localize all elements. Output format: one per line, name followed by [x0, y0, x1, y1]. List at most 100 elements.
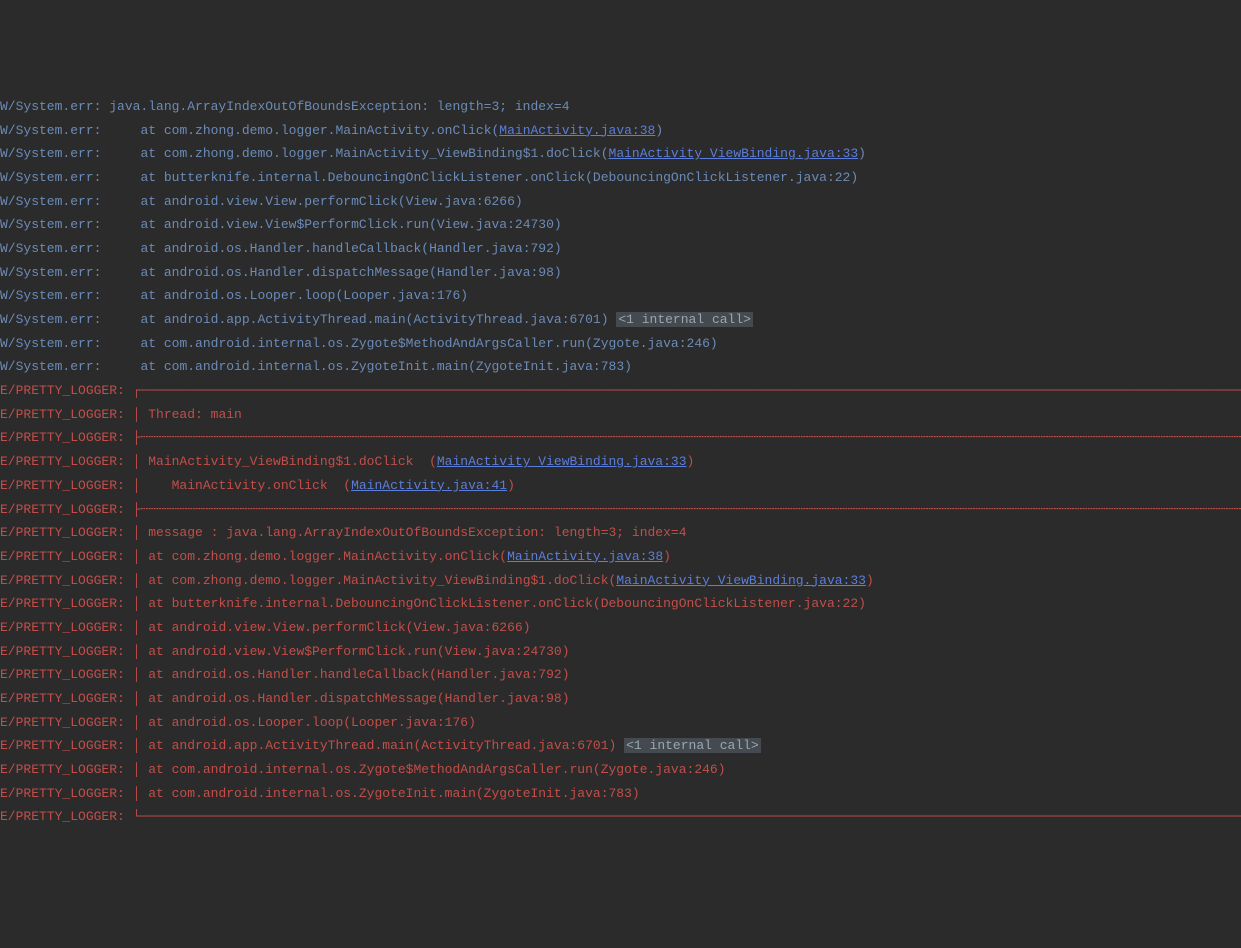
log-tag: E/PRETTY_LOGGER: — [0, 738, 133, 753]
log-tag: W/System.err: — [0, 312, 140, 327]
log-text: at android.view.View.performClick(View.j… — [140, 194, 522, 209]
log-line[interactable]: E/PRETTY_LOGGER: │ message : java.lang.A… — [0, 521, 1241, 545]
log-tag: E/PRETTY_LOGGER: — [0, 478, 133, 493]
log-tag: E/PRETTY_LOGGER: — [0, 430, 133, 445]
logcat-output[interactable]: W/System.err: java.lang.ArrayIndexOutOfB… — [0, 95, 1241, 829]
log-line[interactable]: W/System.err: at android.os.Handler.disp… — [0, 261, 1241, 285]
log-text: at com.zhong.demo.logger.MainActivity.on… — [140, 123, 499, 138]
log-text: at android.os.Looper.loop(Looper.java:17… — [140, 288, 468, 303]
log-text: ) — [655, 123, 663, 138]
log-text: ├┄┄┄┄┄┄┄┄┄┄┄┄┄┄┄┄┄┄┄┄┄┄┄┄┄┄┄┄┄┄┄┄┄┄┄┄┄┄┄… — [133, 430, 1241, 445]
log-text: ┌───────────────────────────────────────… — [133, 383, 1241, 398]
log-text: ├┄┄┄┄┄┄┄┄┄┄┄┄┄┄┄┄┄┄┄┄┄┄┄┄┄┄┄┄┄┄┄┄┄┄┄┄┄┄┄… — [133, 502, 1241, 517]
log-text: ) — [507, 478, 515, 493]
log-line[interactable]: E/PRETTY_LOGGER: │ at android.app.Activi… — [0, 734, 1241, 758]
log-text: at butterknife.internal.DebouncingOnClic… — [140, 170, 858, 185]
log-tag: E/PRETTY_LOGGER: — [0, 644, 133, 659]
log-text: │ at android.app.ActivityThread.main(Act… — [133, 738, 624, 753]
log-line[interactable]: W/System.err: at com.zhong.demo.logger.M… — [0, 119, 1241, 143]
log-text: at com.android.internal.os.Zygote$Method… — [140, 336, 717, 351]
log-tag: E/PRETTY_LOGGER: — [0, 715, 133, 730]
log-text: at android.os.Handler.handleCallback(Han… — [140, 241, 561, 256]
log-text: │ at android.os.Handler.dispatchMessage(… — [133, 691, 570, 706]
log-line[interactable]: E/PRETTY_LOGGER: │ MainActivity.onClick … — [0, 474, 1241, 498]
log-text: └───────────────────────────────────────… — [133, 809, 1241, 824]
log-line[interactable]: E/PRETTY_LOGGER: │ at android.os.Looper.… — [0, 711, 1241, 735]
log-line[interactable]: E/PRETTY_LOGGER: │ at android.view.View$… — [0, 640, 1241, 664]
log-line[interactable]: W/System.err: at android.os.Looper.loop(… — [0, 284, 1241, 308]
source-link[interactable]: MainActivity_ViewBinding.java:33 — [437, 454, 687, 469]
source-link[interactable]: MainActivity_ViewBinding.java:33 — [616, 573, 866, 588]
log-line[interactable]: W/System.err: at com.android.internal.os… — [0, 355, 1241, 379]
log-line[interactable]: E/PRETTY_LOGGER: │ at android.os.Handler… — [0, 663, 1241, 687]
source-link[interactable]: MainActivity.java:38 — [507, 549, 663, 564]
log-text: ) — [866, 573, 874, 588]
log-tag: E/PRETTY_LOGGER: — [0, 383, 133, 398]
log-text: │ Thread: main — [133, 407, 242, 422]
log-tag: E/PRETTY_LOGGER: — [0, 762, 133, 777]
log-tag: W/System.err: — [0, 146, 140, 161]
log-line[interactable]: E/PRETTY_LOGGER: │ at com.android.intern… — [0, 782, 1241, 806]
log-text: ) — [663, 549, 671, 564]
log-tag: E/PRETTY_LOGGER: — [0, 691, 133, 706]
internal-call-badge[interactable]: <1 internal call> — [616, 312, 753, 327]
source-link[interactable]: MainActivity.java:38 — [499, 123, 655, 138]
log-line[interactable]: E/PRETTY_LOGGER: │ at com.zhong.demo.log… — [0, 569, 1241, 593]
log-line[interactable]: E/PRETTY_LOGGER: │ at android.view.View.… — [0, 616, 1241, 640]
log-text: │ at butterknife.internal.DebouncingOnCl… — [133, 596, 866, 611]
log-text: │ at com.android.internal.os.Zygote$Meth… — [133, 762, 726, 777]
log-line[interactable]: E/PRETTY_LOGGER: └──────────────────────… — [0, 805, 1241, 829]
log-text: │ MainActivity_ViewBinding$1.doClick ( — [133, 454, 437, 469]
log-text: │ at android.os.Handler.handleCallback(H… — [133, 667, 570, 682]
log-line[interactable]: E/PRETTY_LOGGER: ├┄┄┄┄┄┄┄┄┄┄┄┄┄┄┄┄┄┄┄┄┄┄… — [0, 498, 1241, 522]
log-tag: W/System.err: — [0, 123, 140, 138]
log-line[interactable]: W/System.err: at android.os.Handler.hand… — [0, 237, 1241, 261]
log-line[interactable]: E/PRETTY_LOGGER: │ MainActivity_ViewBind… — [0, 450, 1241, 474]
log-line[interactable]: E/PRETTY_LOGGER: │ at com.android.intern… — [0, 758, 1241, 782]
log-line[interactable]: W/System.err: at com.android.internal.os… — [0, 332, 1241, 356]
log-tag: E/PRETTY_LOGGER: — [0, 573, 133, 588]
log-line[interactable]: E/PRETTY_LOGGER: │ at android.os.Handler… — [0, 687, 1241, 711]
log-tag: E/PRETTY_LOGGER: — [0, 667, 133, 682]
internal-call-badge[interactable]: <1 internal call> — [624, 738, 761, 753]
log-line[interactable]: W/System.err: at android.view.View$Perfo… — [0, 213, 1241, 237]
log-line[interactable]: W/System.err: at com.zhong.demo.logger.M… — [0, 142, 1241, 166]
log-tag: E/PRETTY_LOGGER: — [0, 596, 133, 611]
log-text: │ at com.android.internal.os.ZygoteInit.… — [133, 786, 640, 801]
log-text: │ at android.view.View$PerformClick.run(… — [133, 644, 570, 659]
log-line[interactable]: E/PRETTY_LOGGER: │ at butterknife.intern… — [0, 592, 1241, 616]
log-text: ) — [858, 146, 866, 161]
log-line[interactable]: E/PRETTY_LOGGER: ├┄┄┄┄┄┄┄┄┄┄┄┄┄┄┄┄┄┄┄┄┄┄… — [0, 426, 1241, 450]
log-tag: W/System.err: — [0, 99, 109, 114]
source-link[interactable]: MainActivity_ViewBinding.java:33 — [609, 146, 859, 161]
log-tag: E/PRETTY_LOGGER: — [0, 620, 133, 635]
log-line[interactable]: E/PRETTY_LOGGER: │ Thread: main — [0, 403, 1241, 427]
log-text: │ message : java.lang.ArrayIndexOutOfBou… — [133, 525, 687, 540]
log-text: │ at com.zhong.demo.logger.MainActivity.… — [133, 549, 507, 564]
log-line[interactable]: W/System.err: at android.app.ActivityThr… — [0, 308, 1241, 332]
log-line[interactable]: W/System.err: java.lang.ArrayIndexOutOfB… — [0, 95, 1241, 119]
log-tag: W/System.err: — [0, 336, 140, 351]
log-text: at android.app.ActivityThread.main(Activ… — [140, 312, 616, 327]
source-link[interactable]: MainActivity.java:41 — [351, 478, 507, 493]
log-text: ) — [687, 454, 695, 469]
log-text: at android.view.View$PerformClick.run(Vi… — [140, 217, 561, 232]
log-tag: E/PRETTY_LOGGER: — [0, 786, 133, 801]
log-line[interactable]: E/PRETTY_LOGGER: │ at com.zhong.demo.log… — [0, 545, 1241, 569]
log-line[interactable]: W/System.err: at butterknife.internal.De… — [0, 166, 1241, 190]
log-tag: E/PRETTY_LOGGER: — [0, 809, 133, 824]
log-text: │ at com.zhong.demo.logger.MainActivity_… — [133, 573, 617, 588]
log-tag: E/PRETTY_LOGGER: — [0, 549, 133, 564]
log-text: at com.android.internal.os.ZygoteInit.ma… — [140, 359, 631, 374]
log-tag: W/System.err: — [0, 359, 140, 374]
log-line[interactable]: E/PRETTY_LOGGER: ┌──────────────────────… — [0, 379, 1241, 403]
log-tag: W/System.err: — [0, 217, 140, 232]
log-tag: E/PRETTY_LOGGER: — [0, 525, 133, 540]
log-tag: E/PRETTY_LOGGER: — [0, 407, 133, 422]
log-line[interactable]: W/System.err: at android.view.View.perfo… — [0, 190, 1241, 214]
log-tag: E/PRETTY_LOGGER: — [0, 502, 133, 517]
log-tag: E/PRETTY_LOGGER: — [0, 454, 133, 469]
log-text: │ at android.os.Looper.loop(Looper.java:… — [133, 715, 476, 730]
log-text: │ MainActivity.onClick ( — [133, 478, 351, 493]
log-text: java.lang.ArrayIndexOutOfBoundsException… — [109, 99, 569, 114]
